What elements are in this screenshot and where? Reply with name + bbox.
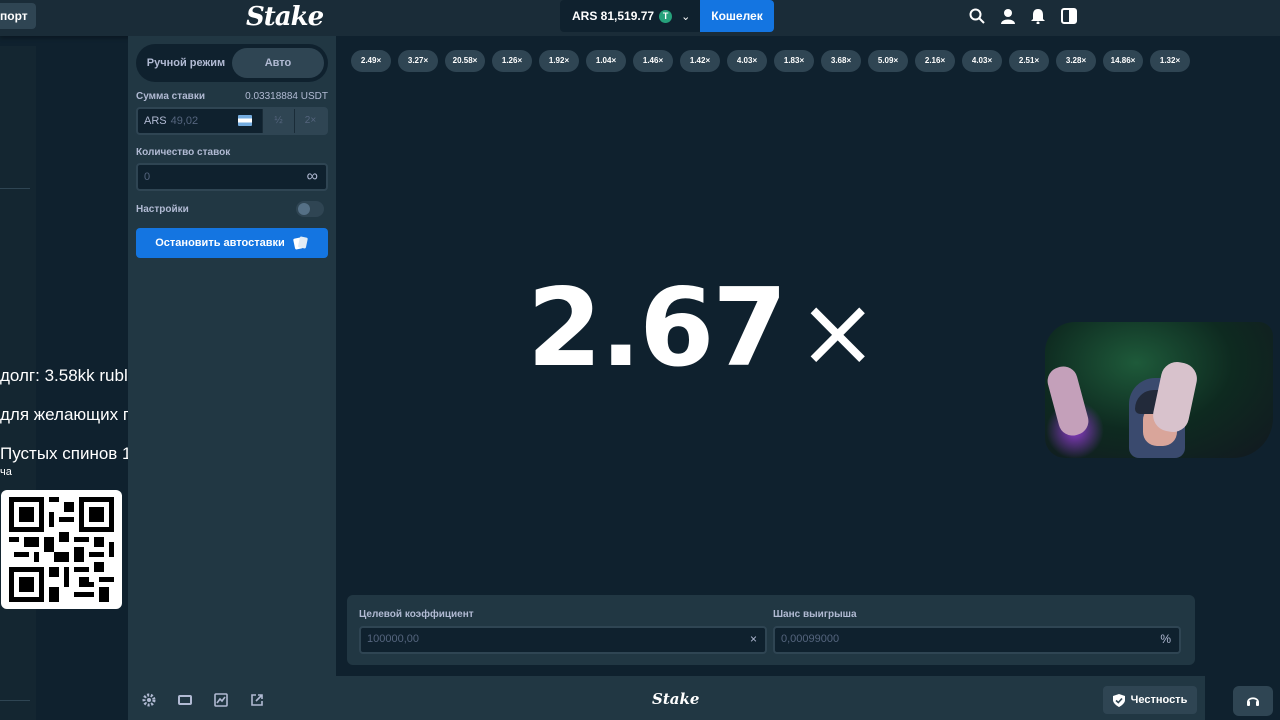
cards-icon <box>293 236 308 250</box>
tab-manual[interactable]: Ручной режим <box>140 48 232 78</box>
history-chip[interactable]: 3.27× <box>398 50 438 72</box>
qr-code <box>1 490 122 609</box>
sidebar-toggle-icon[interactable] <box>1061 8 1077 24</box>
stake-logo[interactable]: Stake <box>246 2 324 32</box>
popout-icon[interactable] <box>250 693 264 707</box>
history-chip[interactable]: 14.86× <box>1103 50 1143 72</box>
search-icon[interactable] <box>969 8 985 24</box>
target-multiplier-input[interactable]: 100000,00 <box>367 633 419 645</box>
multiplier-value: 2.67 <box>527 266 787 391</box>
history-chip[interactable]: 1.42× <box>680 50 720 72</box>
bets-count-field[interactable]: 0 ∞ <box>136 163 328 191</box>
gear-icon[interactable] <box>142 693 156 707</box>
history-chip[interactable]: 2.51× <box>1009 50 1049 72</box>
overlay-debt-text: долг: 3.58kk rubley <box>0 366 146 385</box>
settings-toggle[interactable] <box>296 201 324 217</box>
history-chip[interactable]: 1.92× <box>539 50 579 72</box>
argentina-flag-icon <box>238 115 252 126</box>
stop-autobet-label: Остановить автоставки <box>155 237 285 249</box>
history-chip[interactable]: 2.16× <box>915 50 955 72</box>
bet-amount-usdt: 0.03318884 USDT <box>245 91 328 102</box>
shield-icon <box>1112 693 1125 707</box>
percent-icon: % <box>1160 632 1171 646</box>
history-chip[interactable]: 2.49× <box>351 50 391 72</box>
fairness-label: Честность <box>1130 694 1188 706</box>
top-bar: порт Stake ARS 81,519.77 T ⌄ Кошелек <box>0 0 1280 36</box>
theatre-mode-icon[interactable] <box>178 693 192 707</box>
history-chip[interactable]: 4.03× <box>962 50 1002 72</box>
multiplier-suffix: × <box>797 276 878 388</box>
streamer-webcam <box>1045 322 1273 458</box>
divider <box>0 700 30 701</box>
wallet-button[interactable]: Кошелек <box>700 0 774 32</box>
target-panel: Целевой коэффициент 100000,00 × Шанс выи… <box>347 595 1195 665</box>
half-button[interactable]: ½ <box>262 109 294 133</box>
history-chip[interactable]: 3.68× <box>821 50 861 72</box>
balance-selector[interactable]: ARS 81,519.77 T ⌄ <box>560 0 700 32</box>
bet-amount-label: Сумма ставки <box>136 91 205 102</box>
infinity-icon: ∞ <box>306 168 318 185</box>
result-history: 2.49× 3.27× 20.58× 1.26× 1.92× 1.04× 1.46× 1.42… <box>351 50 1190 72</box>
mode-toggle: Ручной режим Авто <box>136 44 328 82</box>
stop-autobet-button[interactable]: Остановить автоставки <box>136 228 328 258</box>
bet-currency: ARS <box>144 115 167 127</box>
fairness-button[interactable]: Честность <box>1103 686 1197 714</box>
target-multiplier-field[interactable]: 100000,00 × <box>359 626 767 654</box>
overlay-small-text: ча <box>0 466 12 478</box>
history-chip[interactable]: 3.28× <box>1056 50 1096 72</box>
history-chip[interactable]: 1.46× <box>633 50 673 72</box>
win-chance-label: Шанс выигрыша <box>773 609 857 620</box>
history-chip[interactable]: 1.83× <box>774 50 814 72</box>
history-chip[interactable]: 1.04× <box>586 50 626 72</box>
headset-icon <box>1247 697 1259 706</box>
support-button[interactable] <box>1233 686 1273 716</box>
history-chip[interactable]: 1.32× <box>1150 50 1190 72</box>
history-chip[interactable]: 1.26× <box>492 50 532 72</box>
bets-count-label: Количество ставок <box>136 147 231 158</box>
divider <box>0 188 30 189</box>
bets-count-input[interactable]: 0 <box>138 171 150 183</box>
history-chip[interactable]: 20.58× <box>445 50 485 72</box>
stats-icon[interactable] <box>214 693 228 707</box>
game-footer: Stake Честность <box>128 676 1205 720</box>
user-icon[interactable] <box>1000 8 1016 24</box>
bell-icon[interactable] <box>1030 8 1046 24</box>
footer-logo: Stake <box>652 690 700 708</box>
history-chip[interactable]: 5.09× <box>868 50 908 72</box>
settings-label: Настройки <box>136 204 189 215</box>
toggle-knob <box>298 203 310 215</box>
bet-amount-input[interactable]: 49,02 <box>167 115 199 127</box>
double-button[interactable]: 2× <box>294 109 326 133</box>
bet-amount-field[interactable]: ARS 49,02 ½ 2× <box>136 107 328 135</box>
balance-amount: ARS 81,519.77 <box>572 9 655 23</box>
win-chance-input[interactable]: 0,00099000 <box>781 633 839 645</box>
win-chance-field[interactable]: 0,00099000 % <box>773 626 1181 654</box>
target-multiplier-label: Целевой коэффициент <box>359 609 474 620</box>
tab-auto[interactable]: Авто <box>232 48 324 78</box>
history-chip[interactable]: 4.03× <box>727 50 767 72</box>
tether-icon: T <box>659 9 673 23</box>
chevron-down-icon: ⌄ <box>681 10 691 23</box>
sport-tab[interactable]: порт <box>0 3 36 29</box>
bet-panel: Ручной режим Авто Сумма ставки 0.0331888… <box>128 36 336 676</box>
close-icon: × <box>749 632 757 646</box>
webcam-hand-right <box>1150 359 1200 435</box>
